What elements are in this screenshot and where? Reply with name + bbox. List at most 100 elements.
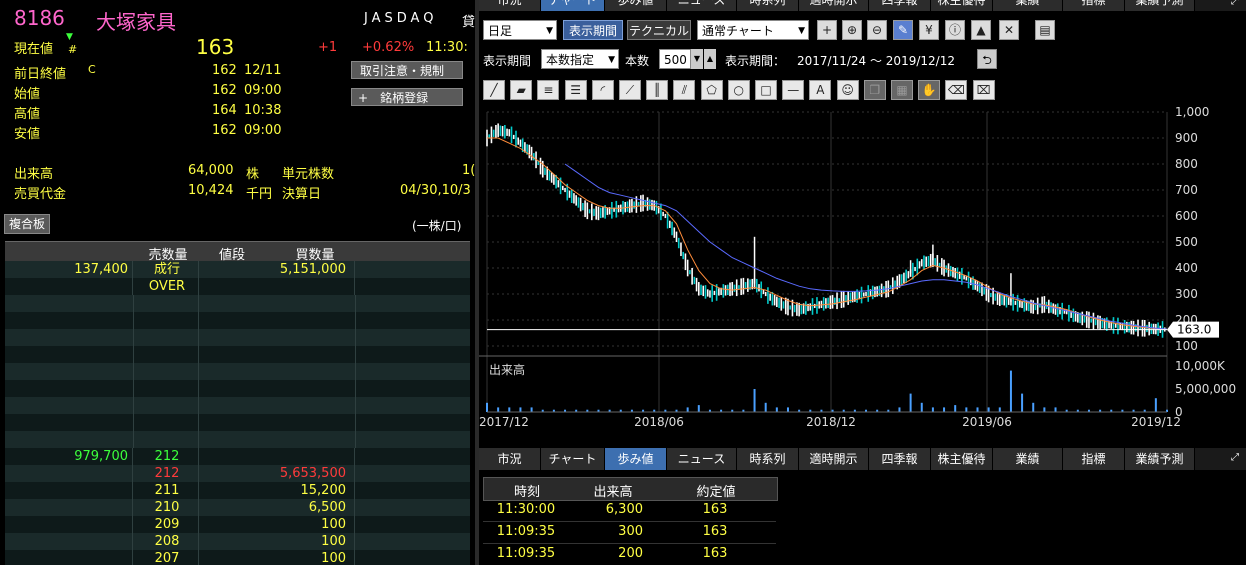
price-chart[interactable]: 1,000900800700600500400300200100163.0出来高… [479,104,1246,430]
info-icon[interactable]: ⓘ [945,20,965,40]
register-button[interactable]: + 銘柄登録 [351,88,463,106]
bottom-tab-2[interactable]: 歩み値 [605,448,667,470]
top-tab-3[interactable]: ニュース [667,0,737,11]
arc-tool-icon[interactable]: ◜ [591,80,614,100]
tick-row: 11:09:35 300 163 [483,522,776,544]
tick-time: 11:30:00 [496,502,556,517]
fan-tool-icon[interactable]: ⟋ [619,80,641,100]
period-select-value: 日足 [488,24,513,38]
top-tab-6[interactable]: 四季報 [869,0,931,11]
bottom-tab-1[interactable]: チャート [541,448,605,470]
book-row: 210 6,500 [5,499,470,516]
book-cell-price [136,312,199,329]
caution-button[interactable]: 取引注意・規制 [351,61,463,79]
volume-axis-label: 出来高 [489,362,525,377]
book-cell-sell [5,499,133,516]
book-cell-price: 209 [136,516,199,533]
market-suffix: 貸 [462,15,475,30]
book-cell-buy [200,448,355,465]
bottom-tab-5[interactable]: 適時開示 [799,448,869,470]
tick-time: 11:09:35 [496,524,556,539]
hand-tool-icon[interactable]: ✋ [918,80,941,100]
range-select[interactable]: 本数指定 ▼ [541,49,619,69]
expand-icon[interactable]: ⤢ [1231,0,1239,7]
top-tab-10[interactable]: 業績予測 [1125,0,1195,11]
text-tool-icon[interactable]: A [809,80,832,100]
top-tab-8[interactable]: 業績 [993,0,1063,11]
book-title-tab[interactable]: 複合板 [4,214,51,234]
ticks-header-volume: 出来高 [593,485,633,500]
right-panel: 市況 チャート 歩み値 ニュース 時系列 適時開示 四季報 株主優待 業績 指標 業績予測 ⤢ 日足… [479,0,1246,565]
top-tab-4[interactable]: 時系列 [737,0,799,11]
volume-label: 出来高 [14,167,54,182]
circle-tool-icon[interactable]: ○ [727,80,750,100]
eraser-tool-icon[interactable]: ⌫ [945,80,968,100]
zoom-out-icon[interactable]: ⊖ [867,20,887,40]
ticks-table: 11:30:00 6,300 163 11:09:35 300 163 11:09:35 20… [483,500,778,565]
expand-icon[interactable]: ⤢ [1231,452,1239,463]
low-label: 安値 [14,127,41,142]
channel-tool-icon[interactable]: ⫽ [673,80,696,100]
tick-price: 163 [702,524,728,539]
bottom-tab-9[interactable]: 指標 [1063,448,1125,470]
book-cell-price: 212 [136,448,199,465]
book-unit: (一株/口) [412,219,462,233]
bottom-tab-7[interactable]: 株主優待 [931,448,993,470]
top-tab-0[interactable]: 市況 [479,0,541,11]
book-cell-sell [5,431,134,448]
book-cell-price [136,346,199,363]
refresh-icon[interactable]: ⮌ [977,49,997,69]
yen-icon[interactable]: ¥ [919,20,939,40]
copy-tool-icon[interactable]: ❐ [863,80,886,100]
technical-button[interactable]: テクニカル [627,20,691,40]
hline-tool-icon[interactable]: — [782,80,805,100]
mountain-icon[interactable]: ▲ [971,20,991,40]
count-down-icon[interactable]: ▼ [691,49,703,69]
book-row: OVER [5,278,470,295]
vlines-tool-icon[interactable]: ║ [646,80,669,100]
grid-tool-icon[interactable]: ▦ [891,80,913,100]
hash-icon: # [68,43,78,56]
hlines2-tool-icon[interactable]: ☰ [564,80,587,100]
zoom-in-icon[interactable]: ⊕ [842,20,862,40]
rect-tool-icon[interactable]: □ [755,80,777,100]
book-cell-buy [200,431,356,448]
hlines-tool-icon[interactable]: ≡ [537,80,560,100]
display-period-button[interactable]: 表示期間 [563,20,623,40]
wrench-icon[interactable]: ✕ [999,20,1019,40]
ruler-tool-icon[interactable]: ▰ [510,80,533,100]
low-time: 09:00 [244,123,282,138]
bottom-tab-3[interactable]: ニュース [667,448,737,470]
top-tab-1[interactable]: チャート [541,0,605,11]
bottom-tab-0[interactable]: 市況 [479,448,541,470]
tick-volume: 6,300 [605,502,643,517]
turnover-value: 10,424 [188,183,234,198]
eraser-all-tool-icon[interactable]: ⌧ [972,80,995,100]
prev-close-flag: C [88,63,96,76]
count-input[interactable]: 500 [659,49,691,69]
book-cell-sell [5,465,133,482]
top-tab-2[interactable]: 歩み値 [605,0,667,11]
ticks-header-time: 時刻 [513,485,540,500]
count-up-icon[interactable]: ▲ [704,49,716,69]
bottom-tab-8[interactable]: 業績 [993,448,1063,470]
printer-icon[interactable]: ▤ [1035,20,1055,40]
count-label: 本数 [625,54,650,68]
tick-row: 11:09:35 200 163 [483,544,776,565]
book-cell-sell [5,516,133,533]
book-cell-buy [200,312,356,329]
bottom-tab-6[interactable]: 四季報 [869,448,931,470]
book-cell-buy [200,363,356,380]
line-tool-icon[interactable]: ╱ [483,80,505,100]
chart-type-select[interactable]: 通常チャート ▼ [697,20,809,40]
plus-icon[interactable]: + [817,20,837,40]
bottom-tab-10[interactable]: 業績予測 [1125,448,1195,470]
top-tab-5[interactable]: 適時開示 [799,0,869,11]
bottom-tab-4[interactable]: 時系列 [737,448,799,470]
top-tab-7[interactable]: 株主優待 [931,0,993,11]
pentagon-tool-icon[interactable]: ⬠ [700,80,723,100]
period-select[interactable]: 日足 ▼ [483,20,557,40]
top-tab-9[interactable]: 指標 [1063,0,1125,11]
pen-icon[interactable]: ✎ [893,20,913,40]
stamp-tool-icon[interactable]: ☺ [836,80,859,100]
